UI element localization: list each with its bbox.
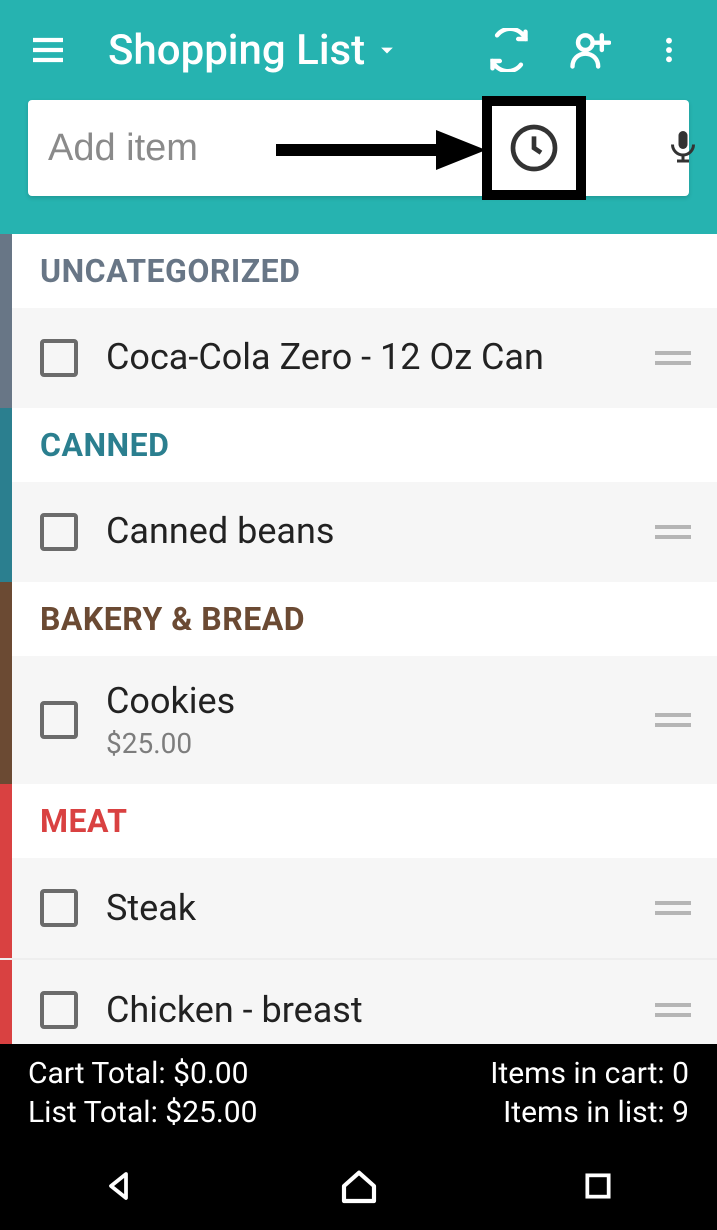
item-name: Canned beans — [106, 510, 653, 553]
item-checkbox[interactable] — [40, 991, 78, 1029]
clock-icon — [506, 120, 562, 176]
system-nav-bar — [0, 1142, 717, 1230]
category-header-canned[interactable]: CANNED — [0, 408, 717, 482]
item-checkbox[interactable] — [40, 701, 78, 739]
more-button[interactable] — [641, 22, 697, 78]
menu-button[interactable] — [20, 22, 76, 78]
category-header-bakery[interactable]: BAKERY & BREAD — [0, 582, 717, 656]
history-button[interactable] — [506, 120, 562, 176]
sync-icon — [487, 28, 531, 72]
item-name: Steak — [106, 887, 653, 930]
item-checkbox[interactable] — [40, 339, 78, 377]
shopping-list: UNCATEGORIZED Coca-Cola Zero - 12 Oz Can… — [0, 234, 717, 1044]
item-checkbox[interactable] — [40, 889, 78, 927]
person-add-icon — [567, 28, 611, 72]
add-item-bar — [28, 100, 689, 196]
category-header-meat[interactable]: MEAT — [0, 784, 717, 858]
item-checkbox[interactable] — [40, 513, 78, 551]
list-item[interactable]: Coca-Cola Zero - 12 Oz Can — [0, 308, 717, 408]
category-header-uncategorized[interactable]: UNCATEGORIZED — [0, 234, 717, 308]
page-title[interactable]: Shopping List — [100, 26, 401, 75]
category-stripe — [0, 408, 12, 482]
item-name: Cookies — [106, 680, 653, 723]
drag-handle[interactable] — [653, 351, 693, 365]
nav-back-button[interactable] — [80, 1156, 160, 1216]
items-in-list-label: Items in list: 9 — [490, 1095, 689, 1130]
category-stripe — [0, 234, 12, 308]
category-stripe — [0, 308, 12, 408]
category-stripe — [0, 858, 12, 958]
square-icon — [582, 1170, 614, 1202]
category-stripe — [0, 784, 12, 858]
nav-home-button[interactable] — [319, 1156, 399, 1216]
drag-handle[interactable] — [653, 525, 693, 539]
item-price: $25.00 — [106, 727, 653, 760]
category-stripe — [0, 656, 12, 784]
history-button-highlight — [482, 96, 586, 200]
category-label: BAKERY & BREAD — [40, 600, 305, 638]
category-label: UNCATEGORIZED — [40, 252, 300, 290]
category-stripe — [0, 960, 12, 1044]
arrow-annotation — [276, 130, 486, 170]
back-icon — [102, 1168, 138, 1204]
category-label: MEAT — [40, 802, 127, 840]
microphone-icon — [665, 122, 701, 170]
items-in-cart-label: Items in cart: 0 — [490, 1056, 689, 1091]
voice-input-button[interactable] — [665, 122, 701, 174]
cart-total-label: Cart Total: $0.00 — [28, 1056, 258, 1091]
list-item[interactable]: Steak — [0, 858, 717, 958]
item-name: Chicken - breast — [106, 989, 653, 1032]
list-item[interactable]: Chicken - breast — [0, 960, 717, 1044]
drag-handle[interactable] — [653, 1003, 693, 1017]
chevron-down-icon — [373, 36, 401, 64]
sync-button[interactable] — [481, 22, 537, 78]
add-person-button[interactable] — [561, 22, 617, 78]
app-bar: Shopping List — [0, 0, 717, 234]
list-total-label: List Total: $25.00 — [28, 1095, 258, 1130]
item-name: Coca-Cola Zero - 12 Oz Can — [106, 336, 653, 379]
list-item[interactable]: Canned beans — [0, 482, 717, 582]
title-text: Shopping List — [108, 26, 365, 75]
list-item[interactable]: Cookies $25.00 — [0, 656, 717, 784]
drag-handle[interactable] — [653, 713, 693, 727]
totals-footer: Cart Total: $0.00 List Total: $25.00 Ite… — [0, 1044, 717, 1142]
nav-recent-button[interactable] — [558, 1156, 638, 1216]
category-stripe — [0, 582, 12, 656]
home-icon — [339, 1166, 379, 1206]
category-label: CANNED — [40, 426, 169, 464]
more-vert-icon — [653, 30, 685, 70]
category-stripe — [0, 482, 12, 582]
hamburger-icon — [28, 30, 68, 70]
drag-handle[interactable] — [653, 901, 693, 915]
